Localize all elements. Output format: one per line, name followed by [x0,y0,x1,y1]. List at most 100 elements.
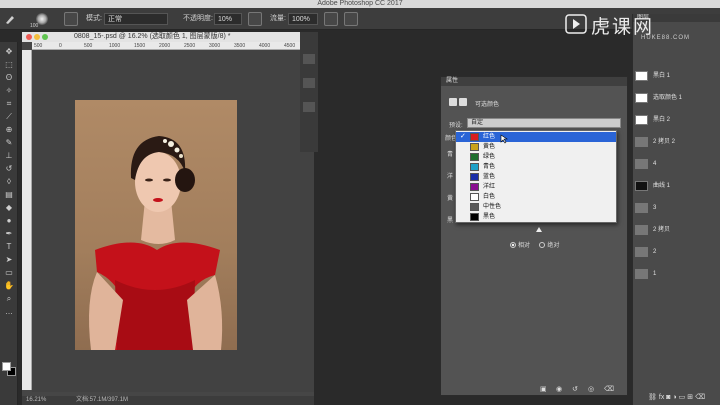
trash-icon[interactable]: ⌫ [695,394,705,401]
brush-panel-icon[interactable] [64,12,78,26]
color-swatch [470,203,479,211]
brush-tool-icon[interactable] [4,13,16,25]
color-option-blue[interactable]: 蓝色 [456,172,616,182]
healing-tool-icon[interactable]: ⊕ [3,124,15,135]
marquee-tool-icon[interactable]: ⬚ [3,59,15,70]
hand-tool-icon[interactable]: ✋ [3,280,15,291]
color-option-magenta[interactable]: 洋红 [456,182,616,192]
layer-name: 1 [653,271,657,277]
layer-row[interactable]: 选取颜色 1 [633,92,720,104]
layer-row[interactable]: 黑白 1 [633,70,720,82]
color-dropdown[interactable]: ✓ 红色 黄色 绿色 青色 蓝色 洋红 白色 中性色 黑色 [455,130,617,223]
layer-row[interactable]: 1 [633,268,720,280]
layer-row[interactable]: 黑白 2 [633,114,720,126]
eyedropper-tool-icon[interactable]: ⟋ [3,111,15,122]
link-layers-icon[interactable]: ⛓ [648,394,657,401]
eraser-tool-icon[interactable]: ◊ [3,176,15,187]
crop-tool-icon[interactable]: ⌗ [3,98,15,109]
more-tools-icon[interactable]: … [3,306,15,317]
color-option-green[interactable]: 绿色 [456,152,616,162]
vertical-ruler[interactable] [22,50,32,390]
flow-input[interactable]: 100% [288,13,318,25]
airbrush-icon[interactable] [324,12,338,26]
relative-radio[interactable] [510,242,516,249]
minimize-window-icon[interactable] [34,34,40,40]
mask-icon[interactable] [459,98,467,106]
panel-toggle-icon[interactable] [303,102,315,112]
color-swatch [470,133,479,141]
document-tab[interactable]: 0808_15-.psd @ 16.2% (选取颜色 1, 图层蒙版/8) * [22,32,314,42]
ruler-label: 4500 [284,43,296,49]
adjustment-icon[interactable] [449,98,457,106]
preset-select[interactable]: 自定 [467,118,621,128]
black-label: 黑 [447,218,454,224]
portrait-image [89,136,223,350]
check-icon: ✓ [460,133,466,140]
panel-toggle-icon[interactable] [303,78,315,88]
zoom-tool-icon[interactable]: ⌕ [3,293,15,304]
collapsed-panel-strip [300,32,318,152]
opacity-input[interactable]: 10% [214,13,242,25]
foreground-color-swatch[interactable] [2,362,11,371]
zoom-level[interactable]: 16.21% [26,396,46,405]
color-swatch [470,213,479,221]
reset-icon[interactable]: ↺ [572,385,578,393]
new-group-icon[interactable]: ▭ [679,394,686,401]
color-option-neutral[interactable]: 中性色 [456,202,616,212]
blur-tool-icon[interactable]: ◆ [3,202,15,213]
layer-row[interactable]: 4 [633,158,720,170]
layer-name: 选取颜色 1 [653,95,683,101]
zoom-window-icon[interactable] [42,34,48,40]
slider-handle[interactable] [536,227,542,232]
view-previous-icon[interactable]: ◉ [556,385,562,393]
layer-row[interactable]: 2 拷贝 2 [633,136,720,148]
layer-thumbnail [635,203,648,213]
color-option-black[interactable]: 黑色 [456,212,616,222]
color-option-label: 绿色 [483,154,496,160]
new-fill-layer-icon[interactable]: ◑ [672,394,676,401]
portrait-photo[interactable] [75,100,237,350]
color-option-label: 蓝色 [483,174,496,180]
trash-icon[interactable]: ⌫ [604,385,614,393]
close-window-icon[interactable] [26,34,32,40]
add-mask-icon[interactable]: ◙ [666,394,670,401]
history-brush-icon[interactable]: ↺ [3,163,15,174]
color-option-white[interactable]: 白色 [456,192,616,202]
magic-wand-tool-icon[interactable]: ✧ [3,85,15,96]
clip-layer-icon[interactable]: ▣ [540,385,547,393]
visibility-icon[interactable]: ◎ [588,385,594,393]
gradient-tool-icon[interactable]: ▤ [3,189,15,200]
panel-toggle-icon[interactable] [303,54,315,64]
path-select-tool-icon[interactable]: ➤ [3,254,15,265]
pressure-opacity-icon[interactable] [248,12,262,26]
magenta-label: 洋 [447,174,454,180]
layer-thumbnail [635,247,648,257]
brush-tool-icon[interactable]: ✎ [3,137,15,148]
layer-row[interactable]: 2 [633,246,720,258]
pressure-size-icon[interactable] [344,12,358,26]
absolute-radio[interactable] [539,242,546,249]
color-option-cyan[interactable]: 青色 [456,162,616,172]
lasso-tool-icon[interactable]: ʘ [3,72,15,83]
color-option-yellow[interactable]: 黄色 [456,142,616,152]
color-option-red[interactable]: ✓ 红色 [456,132,616,144]
stamp-tool-icon[interactable]: ⊥ [3,150,15,161]
mode-select[interactable]: 正常 [104,13,168,25]
layer-row[interactable]: 3 [633,202,720,214]
layer-row[interactable]: 2 拷贝 [633,224,720,236]
horizontal-ruler[interactable]: 500 0 500 1000 1500 2000 2500 3000 3500 … [32,42,314,50]
move-tool-icon[interactable]: ✥ [3,46,15,57]
new-layer-icon[interactable]: ⊞ [687,394,693,401]
shape-tool-icon[interactable]: ▭ [3,267,15,278]
ruler-label: 1000 [109,43,121,49]
properties-header[interactable]: 属性 [441,77,627,86]
cyan-label: 青 [447,152,454,158]
pen-tool-icon[interactable]: ✒ [3,228,15,239]
layer-thumbnail [635,93,648,103]
layer-row[interactable]: 曲线 1 [633,180,720,192]
brush-size: 100 [30,23,39,29]
layer-style-icon[interactable]: fx [659,394,664,401]
type-tool-icon[interactable]: T [3,241,15,252]
dodge-tool-icon[interactable]: ● [3,215,15,226]
color-swatch [470,153,479,161]
